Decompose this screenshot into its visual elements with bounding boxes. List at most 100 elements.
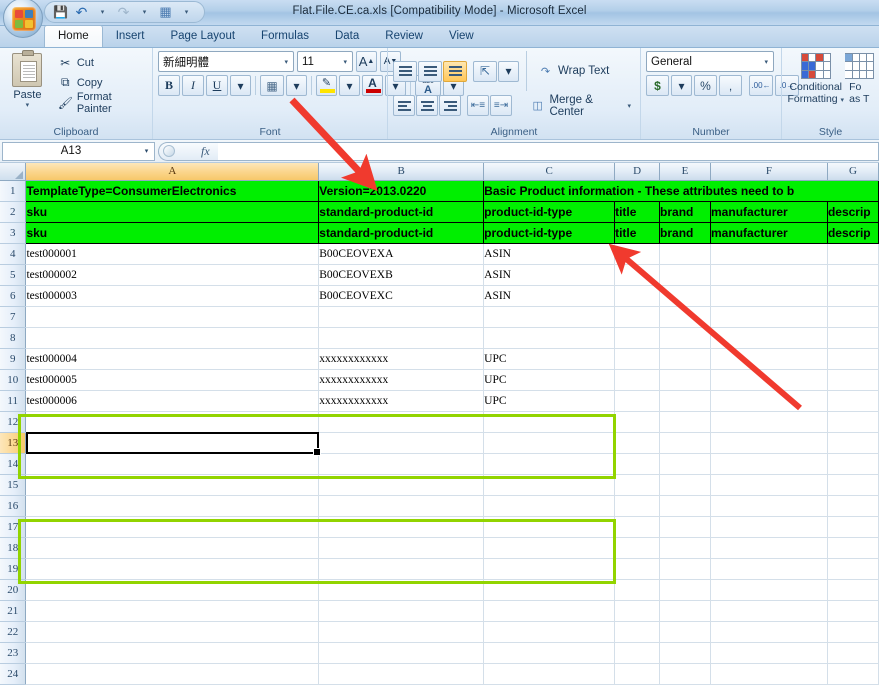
merge-center-button[interactable]: ◫ Merge & Center ▾	[527, 94, 635, 118]
tab-view[interactable]: View	[436, 26, 487, 47]
row-header-23[interactable]: 23	[0, 642, 27, 664]
row-header-24[interactable]: 24	[0, 663, 27, 685]
cell-D10[interactable]	[614, 369, 661, 391]
cut-button[interactable]: ✂ Cut	[54, 53, 147, 72]
row-header-15[interactable]: 15	[0, 474, 27, 496]
cell-B7[interactable]	[318, 306, 485, 328]
cell-A11[interactable]: test000006	[25, 390, 320, 412]
cell-C12[interactable]	[483, 411, 616, 433]
cell-G16[interactable]	[827, 495, 879, 517]
cell-B9[interactable]: xxxxxxxxxxxx	[318, 348, 485, 370]
number-format-combo[interactable]: General ▾	[646, 51, 774, 72]
cell-G6[interactable]	[827, 285, 879, 307]
cell-A15[interactable]	[25, 474, 320, 496]
row-header-19[interactable]: 19	[0, 558, 27, 580]
cell-D20[interactable]	[614, 579, 661, 601]
cell-G11[interactable]	[827, 390, 879, 412]
font-size-combo[interactable]: 11 ▾	[297, 51, 353, 72]
cell-G14[interactable]	[827, 453, 879, 475]
cell-D22[interactable]	[614, 621, 661, 643]
align-bottom-button[interactable]	[443, 60, 467, 82]
underline-button[interactable]: U	[206, 75, 228, 96]
cell-F21[interactable]	[710, 600, 828, 622]
formula-input[interactable]	[217, 141, 879, 161]
cell-G19[interactable]	[827, 558, 879, 580]
cell-G21[interactable]	[827, 600, 879, 622]
decrease-indent-button[interactable]: ⇤≡	[466, 95, 489, 116]
cell-D15[interactable]	[614, 474, 661, 496]
cell-C14[interactable]	[483, 453, 616, 475]
column-header-C[interactable]: C	[483, 163, 616, 181]
cell-G17[interactable]	[827, 516, 879, 538]
cell-E19[interactable]	[659, 558, 712, 580]
cell-D4[interactable]	[614, 243, 661, 265]
cell-G5[interactable]	[827, 264, 879, 286]
cell-D14[interactable]	[614, 453, 661, 475]
cell-A24[interactable]	[25, 663, 320, 685]
conditional-formatting-button[interactable]: Conditional Formatting ▾	[787, 51, 845, 107]
paste-button[interactable]: Paste ▾	[5, 50, 50, 109]
cell-A10[interactable]: test000005	[25, 369, 320, 391]
cell-F7[interactable]	[710, 306, 828, 328]
copy-button[interactable]: ⧉ Copy	[54, 73, 147, 92]
row-header-4[interactable]: 4	[0, 243, 27, 265]
cell-F13[interactable]	[710, 432, 828, 454]
cell-D9[interactable]	[614, 348, 661, 370]
cell-C3[interactable]: product-id-type	[483, 222, 616, 244]
cell-A8[interactable]	[25, 327, 320, 349]
cell-A5[interactable]: test000002	[25, 264, 320, 286]
cell-D7[interactable]	[614, 306, 661, 328]
name-box[interactable]: A13 ▾	[2, 141, 155, 161]
cell-E4[interactable]	[659, 243, 712, 265]
cell-A14[interactable]	[25, 453, 320, 475]
row-header-14[interactable]: 14	[0, 453, 27, 475]
row-header-16[interactable]: 16	[0, 495, 27, 517]
align-right-button[interactable]	[439, 95, 462, 116]
orientation-dropdown-icon[interactable]: ▾	[498, 60, 519, 82]
underline-dropdown-icon[interactable]: ▾	[230, 75, 251, 96]
cell-A2[interactable]: sku	[25, 201, 320, 223]
cell-E11[interactable]	[659, 390, 712, 412]
cell-F20[interactable]	[710, 579, 828, 601]
currency-button[interactable]: $	[646, 75, 669, 96]
cell-G2[interactable]: descrip	[827, 201, 879, 223]
cell-A23[interactable]	[25, 642, 320, 664]
cell-A6[interactable]: test000003	[25, 285, 320, 307]
cell-E24[interactable]	[659, 663, 712, 685]
format-as-table-button[interactable]: Fo as T	[844, 51, 874, 105]
tab-insert[interactable]: Insert	[103, 26, 158, 47]
cell-A13[interactable]	[25, 432, 320, 454]
cell-E23[interactable]	[659, 642, 712, 664]
orientation-button[interactable]: ⇱	[473, 60, 497, 82]
cell-G20[interactable]	[827, 579, 879, 601]
cell-F4[interactable]	[710, 243, 828, 265]
bold-button[interactable]: B	[158, 75, 180, 96]
merge-center-dropdown-icon[interactable]: ▾	[628, 102, 632, 110]
cell-B14[interactable]	[318, 453, 485, 475]
cell-F19[interactable]	[710, 558, 828, 580]
cell-C17[interactable]	[483, 516, 616, 538]
cell-E7[interactable]	[659, 306, 712, 328]
cell-E21[interactable]	[659, 600, 712, 622]
column-header-A[interactable]: A	[25, 163, 320, 181]
cell-B17[interactable]	[318, 516, 485, 538]
cell-E13[interactable]	[659, 432, 712, 454]
cell-A12[interactable]	[25, 411, 320, 433]
cell-E16[interactable]	[659, 495, 712, 517]
cell-D19[interactable]	[614, 558, 661, 580]
cell-A17[interactable]	[25, 516, 320, 538]
cell-C9[interactable]: UPC	[483, 348, 616, 370]
cell-F9[interactable]	[710, 348, 828, 370]
cell-A21[interactable]	[25, 600, 320, 622]
column-header-D[interactable]: D	[614, 163, 661, 181]
cell-C6[interactable]: ASIN	[483, 285, 616, 307]
cell-B12[interactable]	[318, 411, 485, 433]
cell-G10[interactable]	[827, 369, 879, 391]
fill-color-button[interactable]: ✎	[316, 75, 337, 96]
increase-decimal-button[interactable]: .00 ←	[749, 75, 773, 96]
row-header-11[interactable]: 11	[0, 390, 27, 412]
column-header-F[interactable]: F	[710, 163, 828, 181]
cell-C16[interactable]	[483, 495, 616, 517]
cell-G23[interactable]	[827, 642, 879, 664]
cell-B24[interactable]	[318, 663, 485, 685]
